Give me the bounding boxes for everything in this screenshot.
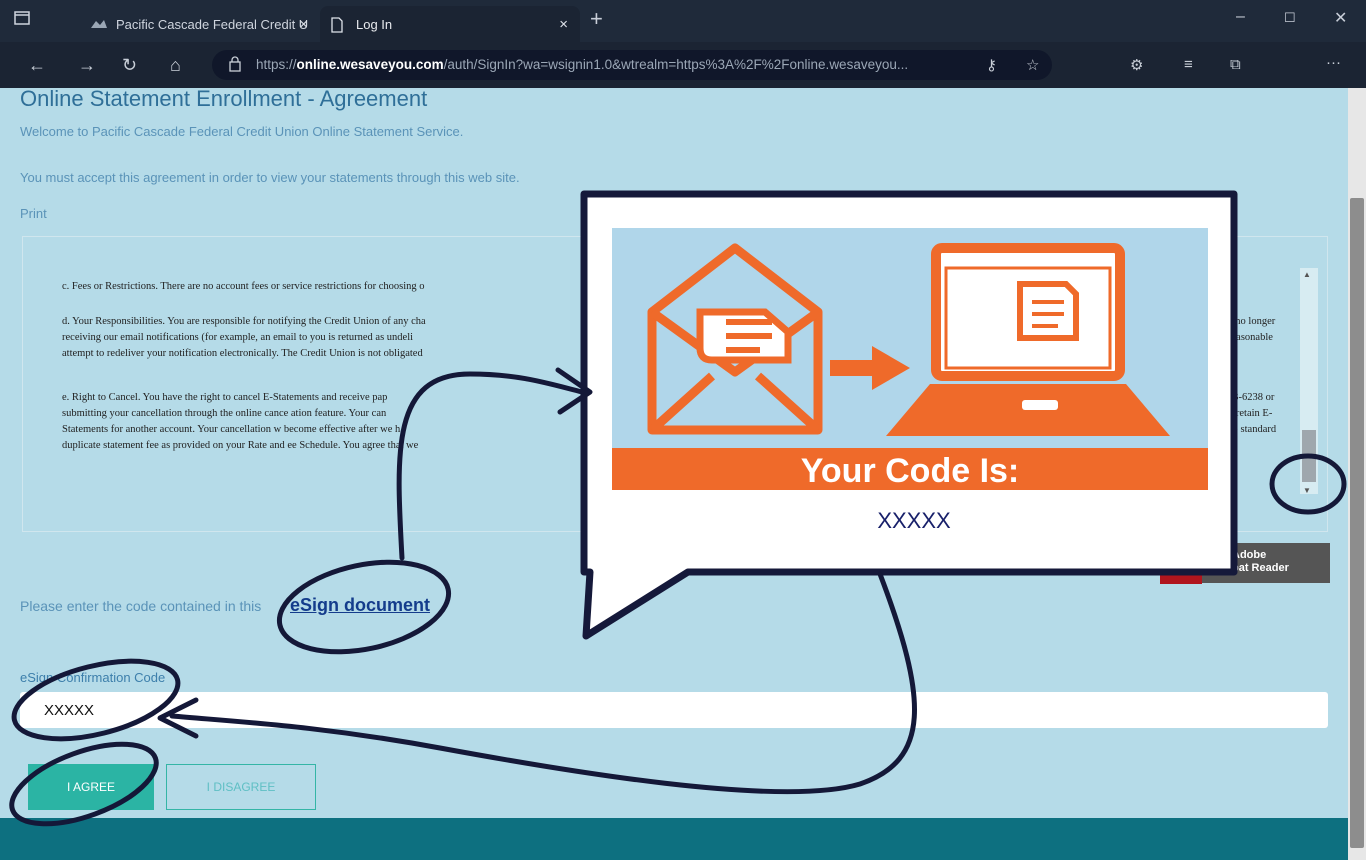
circle-scrollbar — [1269, 453, 1347, 515]
your-code-banner: Your Code Is: — [800, 452, 1020, 490]
arrow-to-popup — [396, 371, 585, 561]
circle-agree-button — [9, 741, 159, 827]
annotation-overlay — [9, 190, 1347, 827]
circle-code-field — [11, 658, 181, 742]
popup-code-value: XXXXX — [877, 508, 951, 533]
circle-esign-link — [276, 559, 452, 655]
